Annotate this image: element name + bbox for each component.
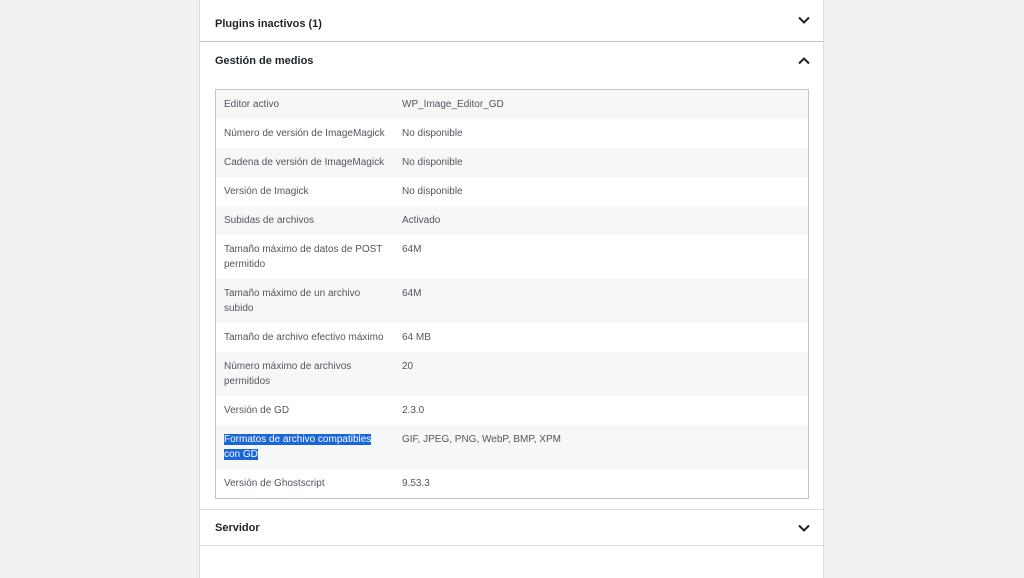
media-info-table: Editor activo WP_Image_Editor_GD Número de… xyxy=(215,89,809,499)
info-key: Número de versión de ImageMagick xyxy=(216,119,395,148)
info-key-text: Versión de Imagick xyxy=(224,186,309,197)
table-row: Cadena de versión de ImageMagick No dispo… xyxy=(215,148,809,177)
info-key-text: Formatos de archivo compatibles con GD xyxy=(224,434,372,460)
table-row: Tamaño máximo de datos de POST permitido… xyxy=(215,235,809,279)
table-row: Formatos de archivo compatibles con GD GI… xyxy=(215,425,809,469)
accordion-title: Servidor xyxy=(215,521,260,534)
table-row: Versión de Ghostscript 9.53.3 xyxy=(215,469,809,499)
table-row: Versión de Imagick No disponible xyxy=(215,177,809,206)
info-key: Versión de Imagick xyxy=(216,177,395,206)
info-key: Tamaño máximo de datos de POST permitido xyxy=(216,235,395,279)
site-health-info-panel: Plugins inactivos (1) Gestión de medios … xyxy=(199,0,824,578)
info-key: Tamaño máximo de un archivo subido xyxy=(216,279,395,323)
info-key-text: Tamaño máximo de un archivo subido xyxy=(224,288,361,314)
info-value-text: No disponible xyxy=(402,186,463,197)
info-value: Activado xyxy=(394,206,809,235)
info-key: Tamaño de archivo efectivo máximo xyxy=(216,323,395,352)
info-key-text: Número de versión de ImageMagick xyxy=(224,128,385,139)
info-value-text: No disponible xyxy=(402,157,463,168)
info-value-text: 20 xyxy=(402,361,414,372)
chevron-down-icon xyxy=(797,521,811,535)
accordion-title: Plugins inactivos (1) xyxy=(215,17,322,30)
accordion-media-handling[interactable]: Gestión de medios xyxy=(200,42,823,80)
accordion-server[interactable]: Servidor xyxy=(200,510,823,546)
info-value: 64 MB xyxy=(394,323,809,352)
info-value: 9.53.3 xyxy=(394,469,809,499)
info-key: Editor activo xyxy=(216,90,395,120)
table-row: Editor activo WP_Image_Editor_GD xyxy=(215,89,809,120)
info-key-text: Cadena de versión de ImageMagick xyxy=(224,157,385,168)
info-value-text: No disponible xyxy=(402,128,463,139)
info-key: Formatos de archivo compatibles con GD xyxy=(216,425,395,469)
info-value: No disponible xyxy=(394,177,809,206)
info-value: GIF, JPEG, PNG, WebP, BMP, XPM xyxy=(394,425,809,469)
media-handling-body: Editor activo WP_Image_Editor_GD Número de… xyxy=(200,80,823,510)
info-key-text: Subidas de archivos xyxy=(224,215,315,226)
info-value-text: GIF, JPEG, PNG, WebP, BMP, XPM xyxy=(402,434,561,445)
info-key-text: Número máximo de archivos permitidos xyxy=(224,361,352,387)
table-row: Número de versión de ImageMagick No dispo… xyxy=(215,119,809,148)
info-value-text: 2.3.0 xyxy=(402,405,425,416)
accordion-title: Gestión de medios xyxy=(215,55,314,67)
table-row: Tamaño máximo de un archivo subido 64M xyxy=(215,279,809,323)
info-value: 64M xyxy=(394,235,809,279)
info-value-text: WP_Image_Editor_GD xyxy=(402,99,504,110)
table-row: Número máximo de archivos permitidos 20 xyxy=(215,352,809,396)
info-value-text: 64 MB xyxy=(402,332,431,343)
table-row: Tamaño de archivo efectivo máximo 64 MB xyxy=(215,323,809,352)
info-key: Subidas de archivos xyxy=(216,206,395,235)
info-value-text: Activado xyxy=(402,215,441,226)
info-key: Cadena de versión de ImageMagick xyxy=(216,148,395,177)
info-value: 20 xyxy=(394,352,809,396)
info-key-text: Versión de Ghostscript xyxy=(224,478,325,489)
chevron-down-icon xyxy=(797,13,811,27)
info-key: Número máximo de archivos permitidos xyxy=(216,352,395,396)
info-value: 2.3.0 xyxy=(394,396,809,425)
table-row: Subidas de archivos Activado xyxy=(215,206,809,235)
info-value-text: 64M xyxy=(402,244,422,255)
info-value: No disponible xyxy=(394,119,809,148)
info-value: WP_Image_Editor_GD xyxy=(394,90,809,120)
info-key-text: Versión de GD xyxy=(224,405,290,416)
info-value-text: 9.53.3 xyxy=(402,478,430,489)
info-value: No disponible xyxy=(394,148,809,177)
info-key-text: Editor activo xyxy=(224,99,280,110)
info-value-text: 64M xyxy=(402,288,422,299)
table-row: Versión de GD 2.3.0 xyxy=(215,396,809,425)
info-value: 64M xyxy=(394,279,809,323)
accordion-plugins-inactive[interactable]: Plugins inactivos (1) xyxy=(200,0,823,42)
chevron-up-icon xyxy=(797,54,811,68)
info-key-text: Tamaño de archivo efectivo máximo xyxy=(224,332,384,343)
info-key-text: Tamaño máximo de datos de POST permitido xyxy=(224,244,383,270)
info-key: Versión de GD xyxy=(216,396,395,425)
info-key: Versión de Ghostscript xyxy=(216,469,395,499)
